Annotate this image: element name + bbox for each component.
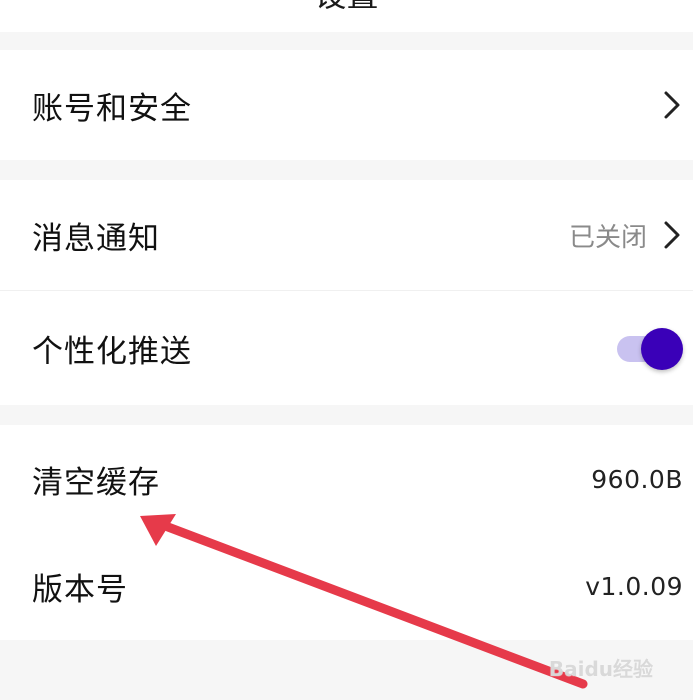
storage-card: 清空缓存 960.0B 版本号 v1.0.09 — [0, 425, 693, 640]
notifications-label: 消息通知 — [32, 220, 160, 257]
version-label: 版本号 — [32, 572, 128, 608]
notifications-status: 已关闭 — [568, 222, 647, 253]
notifications-right: 已关闭 — [569, 217, 683, 254]
notifications-row[interactable]: 消息通知 已关闭 — [0, 180, 693, 290]
version-right: v1.0.09 — [585, 572, 683, 601]
personalized-push-toggle[interactable] — [617, 328, 683, 370]
personalized-push-row: 个性化推送 — [0, 291, 693, 405]
account-security-label: 账号和安全 — [32, 90, 192, 127]
page-title: 设置 — [0, 0, 693, 16]
account-security-row[interactable]: 账号和安全 — [0, 50, 693, 160]
toggle-knob — [641, 328, 683, 370]
personalized-push-label: 个性化推送 — [32, 333, 192, 370]
clear-cache-label: 清空缓存 — [32, 464, 160, 501]
clear-cache-right: 960.0B — [591, 465, 683, 494]
page-header: 设置 — [0, 0, 693, 32]
notifications-card: 消息通知 已关闭 个性化推送 — [0, 180, 693, 405]
chevron-right-icon — [664, 221, 680, 249]
version-value: v1.0.09 — [585, 572, 683, 601]
cache-size-value: 960.0B — [591, 464, 683, 494]
chevron-right-icon — [664, 91, 680, 119]
watermark-logo: Baidu经验 — [548, 657, 653, 681]
account-security-right — [661, 90, 683, 120]
version-row: 版本号 v1.0.09 — [0, 533, 693, 640]
clear-cache-row[interactable]: 清空缓存 960.0B — [0, 425, 693, 533]
account-card: 账号和安全 — [0, 50, 693, 160]
